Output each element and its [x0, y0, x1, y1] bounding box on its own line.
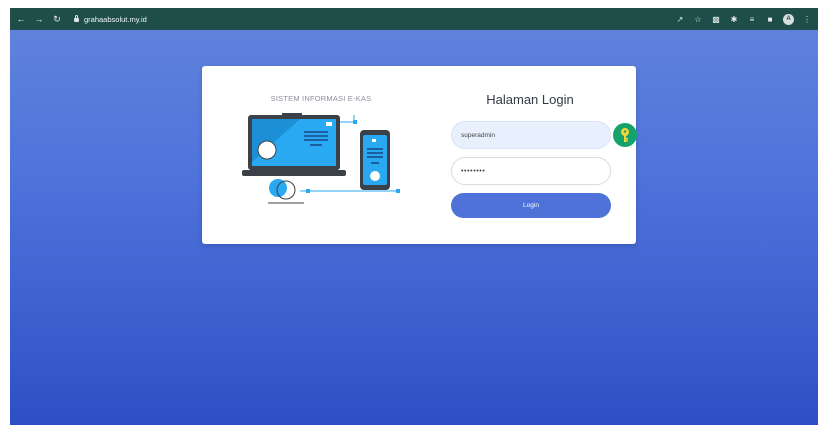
forward-icon[interactable]: →	[34, 14, 44, 24]
devices-illustration	[242, 113, 400, 204]
queue-icon[interactable]: ≡	[747, 14, 757, 24]
extension-icon[interactable]: ▩	[711, 14, 721, 24]
key-icon	[621, 128, 629, 142]
share-icon[interactable]: ↗	[675, 14, 685, 24]
back-icon[interactable]: ←	[16, 14, 26, 24]
nav-controls: ← → ↻ grahaabsolut.my.id	[10, 14, 147, 24]
sidebar-icon[interactable]: ■	[765, 14, 775, 24]
lock-icon	[74, 15, 79, 22]
browser-toolbar: ← → ↻ grahaabsolut.my.id ↗ ☆ ▩ ✱ ≡ ■ A ⋮	[10, 8, 818, 30]
toolbar-actions: ↗ ☆ ▩ ✱ ≡ ■ A ⋮	[675, 13, 818, 25]
username-input[interactable]: superadmin	[451, 121, 611, 149]
star-icon[interactable]: ☆	[693, 14, 703, 24]
brand-title: SISTEM INFORMASI E-KAS	[270, 94, 372, 103]
avatar[interactable]: A	[783, 13, 794, 25]
address-url: grahaabsolut.my.id	[84, 14, 147, 24]
browser-window: ← → ↻ grahaabsolut.my.id ↗ ☆ ▩ ✱ ≡ ■ A ⋮…	[10, 8, 818, 425]
page-background: SISTEM INFORMASI E-KAS Halaman Login sup…	[10, 30, 818, 425]
login-button[interactable]: Login	[451, 193, 611, 218]
reload-icon[interactable]: ↻	[52, 14, 62, 24]
puzzle-icon[interactable]: ✱	[729, 14, 739, 24]
password-input[interactable]: ••••••••	[451, 157, 611, 185]
login-card: SISTEM INFORMASI E-KAS Halaman Login sup…	[202, 66, 637, 244]
key-button[interactable]	[613, 123, 637, 147]
address-bar[interactable]: grahaabsolut.my.id	[74, 15, 147, 24]
login-title: Halaman Login	[486, 92, 574, 107]
menu-icon[interactable]: ⋮	[802, 14, 812, 24]
